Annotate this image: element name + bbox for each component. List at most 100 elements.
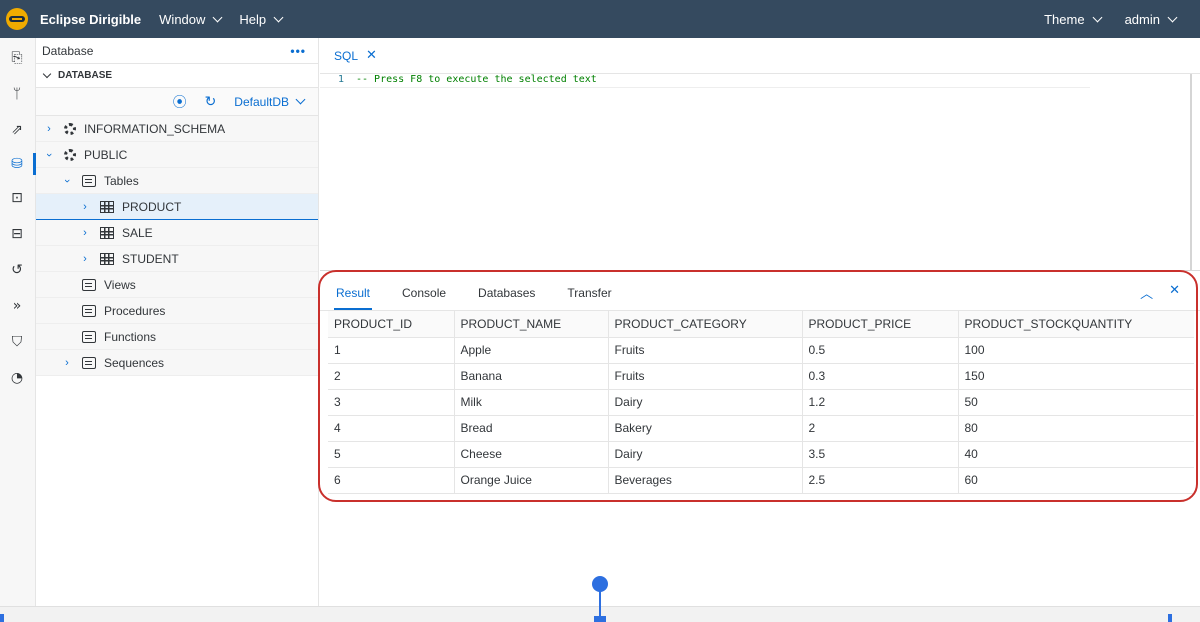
expander-icon[interactable]: › (61, 176, 73, 186)
expander-icon[interactable]: › (80, 227, 90, 239)
tree-node-sale[interactable]: › SALE (36, 220, 318, 246)
run-icon[interactable]: ⦿ (173, 92, 187, 112)
tree-node-student[interactable]: › STUDENT (36, 246, 318, 272)
git-icon[interactable]: ᛘ (7, 84, 27, 104)
expander-icon[interactable]: › (80, 253, 90, 265)
menu-help[interactable]: Help (239, 12, 284, 27)
annotation-corner-left (0, 614, 4, 622)
menu-window[interactable]: Window (159, 11, 223, 27)
folder-icon (82, 174, 96, 187)
refresh-icon[interactable]: ↻ (205, 94, 217, 110)
tree-node-information_schema[interactable]: › INFORMATION_SCHEMA (36, 116, 318, 142)
sql-editor[interactable]: 1 -- Press F8 to execute the selected te… (320, 74, 1200, 270)
column-header[interactable]: PRODUCT_PRICE (802, 311, 959, 338)
table-cell: 0.5 (802, 337, 959, 364)
panel-actions: ︿ ✕ (1140, 283, 1180, 302)
table-row[interactable]: 5 Cheese Dairy 3.5 40 (328, 441, 1194, 468)
table-cell: 2 (328, 363, 455, 390)
column-header[interactable]: PRODUCT_NAME (454, 311, 609, 338)
expander-icon[interactable]: › (80, 201, 90, 213)
tree-node-label: STUDENT (122, 251, 179, 266)
tab-console[interactable]: Console (400, 286, 448, 310)
close-panel-icon[interactable]: ✕ (1169, 283, 1180, 302)
theme-menu-label: Theme (1044, 11, 1085, 27)
column-header[interactable]: PRODUCT_CATEGORY (608, 311, 803, 338)
tab-transfer[interactable]: Transfer (565, 286, 613, 310)
database-icon[interactable]: ⛁ (7, 154, 27, 174)
tree-node-label: Sequences (104, 355, 165, 370)
deploy-icon[interactable]: ⇗ (7, 120, 27, 140)
tree-node-views[interactable]: Views (36, 272, 318, 298)
tree-node-public[interactable]: › PUBLIC (36, 142, 318, 168)
annotation-corner-right (1168, 614, 1172, 622)
schema-icon (64, 148, 76, 161)
tab-databases[interactable]: Databases (476, 286, 537, 310)
table-cell: Milk (454, 389, 609, 416)
pipeline-icon[interactable]: » (7, 296, 27, 316)
menu-window-label: Window (159, 11, 206, 27)
theme-menu[interactable]: Theme (1044, 11, 1103, 27)
column-header[interactable]: PRODUCT_STOCKQUANTITY (958, 311, 1194, 338)
table-cell: Bread (454, 415, 609, 442)
results-panel: Result Console Databases Transfer ︿ ✕ PR… (320, 270, 1200, 606)
app-title: Eclipse Dirigible (40, 11, 142, 27)
datasource-select[interactable]: DefaultDB (234, 95, 306, 109)
table-cell: Apple (454, 337, 609, 364)
terminal-icon[interactable]: ⊡ (7, 188, 27, 208)
more-options-icon[interactable]: ••• (290, 44, 306, 58)
editor-tab-bar: SQL ✕ (320, 38, 1200, 74)
tree-node-tables[interactable]: › Tables (36, 168, 318, 194)
resize-handle[interactable] (592, 576, 608, 592)
editor-scrollbar[interactable] (1190, 74, 1192, 270)
chevron-down-icon (42, 69, 52, 79)
table-cell: Dairy (608, 389, 803, 416)
table-cell: Cheese (454, 441, 609, 468)
explorer-header: Database ••• (36, 38, 318, 64)
tree-node-label: Views (104, 277, 136, 292)
table-cell: 0.3 (802, 363, 959, 390)
folder-icon (82, 278, 96, 291)
tree-node-label: PRODUCT (122, 199, 182, 214)
tree-node-product[interactable]: › PRODUCT (36, 194, 318, 220)
results-tab-bar: Result Console Databases Transfer (320, 271, 1200, 311)
table-cell: 100 (958, 337, 1194, 364)
table-row[interactable]: 3 Milk Dairy 1.2 50 (328, 389, 1194, 416)
security-icon[interactable]: ⛉ (7, 332, 27, 352)
inbox-icon[interactable]: ⊟ (7, 224, 27, 244)
tree-node-functions[interactable]: Functions (36, 324, 318, 350)
table-row[interactable]: 1 Apple Fruits 0.5 100 (328, 337, 1194, 364)
expander-icon[interactable]: › (43, 150, 55, 160)
result-grid: PRODUCT_ID PRODUCT_NAME PRODUCT_CATEGORY PR… (328, 311, 1194, 494)
user-menu[interactable]: admin (1124, 11, 1178, 27)
tree-node-procedures[interactable]: Procedures (36, 298, 318, 324)
user-menu-label: admin (1124, 11, 1160, 27)
table-cell: 4 (328, 415, 455, 442)
monitor-icon[interactable]: ◔ (7, 368, 27, 388)
table-cell: 3.5 (802, 441, 959, 468)
expander-icon[interactable]: › (44, 123, 54, 135)
tree-node-sequences[interactable]: › Sequences (36, 350, 318, 376)
annotation-base (594, 616, 606, 622)
table-row[interactable]: 6 Orange Juice Beverages 2.5 60 (328, 467, 1194, 494)
table-cell: 2.5 (802, 467, 959, 494)
table-row[interactable]: 4 Bread Bakery 2 80 (328, 415, 1194, 442)
tab-sql[interactable]: SQL ✕ (334, 48, 377, 63)
column-header[interactable]: PRODUCT_ID (328, 311, 455, 338)
collapse-panel-icon[interactable]: ︿ (1140, 283, 1153, 302)
table-cell: 6 (328, 467, 455, 494)
explorer-toolbar: ⦿ ↻ DefaultDB (36, 88, 318, 116)
expander-icon[interactable]: › (62, 357, 72, 369)
chevron-down-icon (1092, 12, 1103, 22)
projects-icon[interactable]: ⎘ (7, 48, 27, 68)
table-cell: Fruits (608, 337, 803, 364)
table-cell: Fruits (608, 363, 803, 390)
tab-result[interactable]: Result (334, 286, 373, 310)
line-number: 1 (337, 74, 344, 85)
activity-bar: ⎘ ᛘ ⇗ ⛁ ⊡ ⊟ ↺ » ⛉ ◔ (0, 38, 36, 606)
folder-icon (82, 356, 96, 369)
table-row[interactable]: 2 Banana Fruits 0.3 150 (328, 363, 1194, 390)
table-cell: Orange Juice (454, 467, 609, 494)
database-section[interactable]: DATABASE (36, 64, 318, 88)
close-icon[interactable]: ✕ (366, 48, 377, 63)
history-icon[interactable]: ↺ (7, 260, 27, 280)
